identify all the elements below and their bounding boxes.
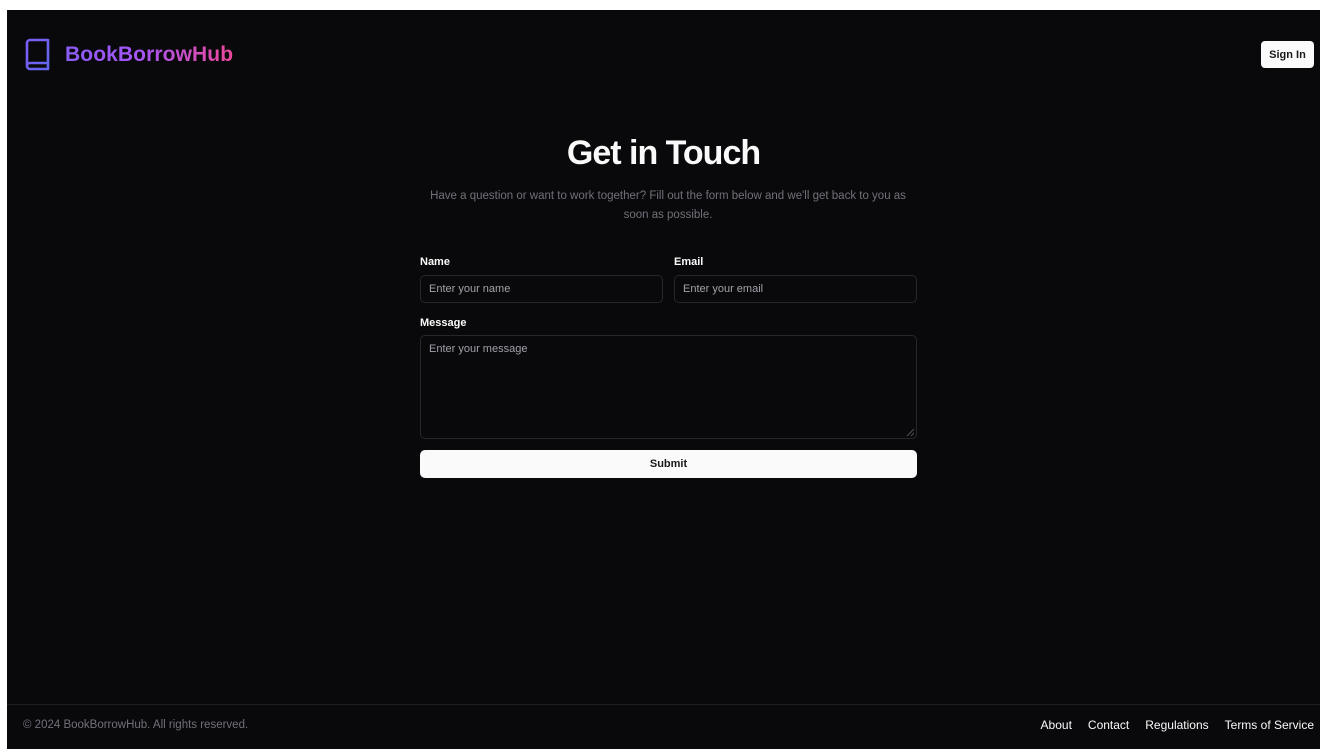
message-label: Message	[420, 317, 467, 329]
submit-button[interactable]: Submit	[420, 450, 917, 478]
footer-nav: About Contact Regulations Terms of Servi…	[1041, 718, 1314, 732]
sign-in-button[interactable]: Sign In	[1261, 41, 1314, 68]
name-label: Name	[420, 256, 450, 268]
brand-logo[interactable]: BookBorrowHub	[24, 37, 233, 73]
page-title: Get in Touch	[566, 134, 761, 172]
footer-link-contact[interactable]: Contact	[1088, 718, 1129, 732]
footer-link-about[interactable]: About	[1041, 718, 1072, 732]
footer-link-regulations[interactable]: Regulations	[1145, 718, 1208, 732]
page-subtitle: Have a question or want to work together…	[430, 190, 906, 221]
brand-name: BookBorrowHub	[65, 43, 234, 66]
footer-link-terms[interactable]: Terms of Service	[1225, 718, 1314, 732]
site-header: BookBorrowHub Sign In	[7, 10, 1320, 98]
message-field[interactable]	[420, 335, 917, 439]
site-footer: © 2024 BookBorrowHub. All rights reserve…	[7, 704, 1320, 749]
email-field[interactable]	[674, 275, 917, 303]
email-label: Email	[674, 256, 704, 268]
app-root: BookBorrowHub Sign In Get in Touch Have …	[7, 10, 1320, 749]
name-field[interactable]	[420, 275, 663, 303]
book-icon	[25, 38, 50, 71]
copyright-text: © 2024 BookBorrowHub. All rights reserve…	[23, 719, 249, 731]
resize-handle-icon[interactable]	[906, 428, 915, 437]
